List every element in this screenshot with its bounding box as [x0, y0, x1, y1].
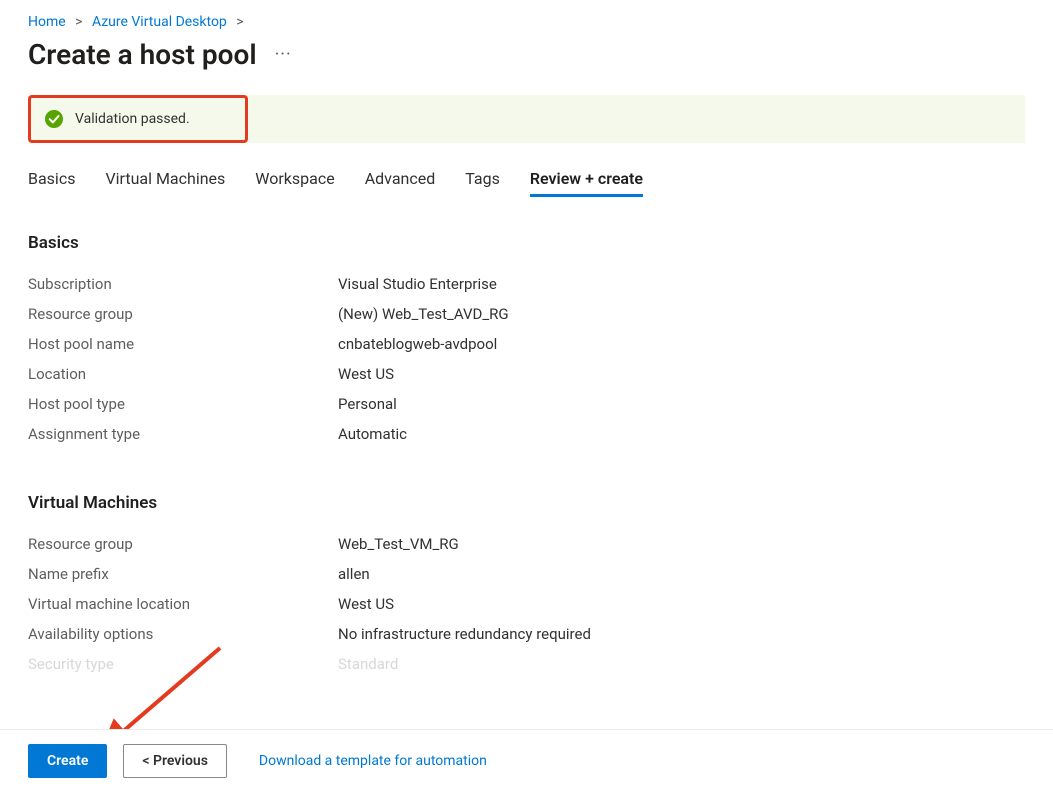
row-security-type: Security type Standard: [28, 649, 1025, 679]
section-heading-basics: Basics: [28, 233, 1025, 253]
row-name-prefix: Name prefix allen: [28, 559, 1025, 589]
breadcrumb-avd[interactable]: Azure Virtual Desktop: [92, 14, 227, 30]
label-location: Location: [28, 359, 338, 389]
value-vm-location: West US: [338, 589, 394, 619]
footer: Create < Previous Download a template fo…: [0, 729, 1053, 792]
label-vm-resource-group: Resource group: [28, 529, 338, 559]
label-vm-location: Virtual machine location: [28, 589, 338, 619]
value-security-type: Standard: [338, 649, 398, 679]
value-name-prefix: allen: [338, 559, 370, 589]
tab-review-create[interactable]: Review + create: [530, 169, 643, 197]
value-location: West US: [338, 359, 394, 389]
row-host-pool-name: Host pool name cnbateblogweb-avdpool: [28, 329, 1025, 359]
row-location: Location West US: [28, 359, 1025, 389]
page-title: Create a host pool: [28, 38, 257, 71]
row-subscription: Subscription Visual Studio Enterprise: [28, 269, 1025, 299]
row-vm-resource-group: Resource group Web_Test_VM_RG: [28, 529, 1025, 559]
tab-tags[interactable]: Tags: [465, 169, 500, 197]
row-host-pool-type: Host pool type Personal: [28, 389, 1025, 419]
value-resource-group: (New) Web_Test_AVD_RG: [338, 299, 509, 329]
more-actions-icon[interactable]: ···: [275, 44, 292, 65]
validation-highlight: Validation passed.: [28, 95, 248, 143]
section-virtual-machines: Virtual Machines Resource group Web_Test…: [28, 493, 1025, 679]
section-heading-vms: Virtual Machines: [28, 493, 1025, 513]
value-vm-resource-group: Web_Test_VM_RG: [338, 529, 459, 559]
value-host-pool-type: Personal: [338, 389, 397, 419]
previous-button[interactable]: < Previous: [123, 744, 227, 778]
label-host-pool-type: Host pool type: [28, 389, 338, 419]
row-resource-group: Resource group (New) Web_Test_AVD_RG: [28, 299, 1025, 329]
breadcrumb: Home > Azure Virtual Desktop >: [28, 14, 1025, 30]
tab-virtual-machines[interactable]: Virtual Machines: [105, 169, 225, 197]
chevron-right-icon: >: [236, 14, 243, 30]
check-circle-icon: [45, 110, 63, 128]
value-availability-options: No infrastructure redundancy required: [338, 619, 591, 649]
label-assignment-type: Assignment type: [28, 419, 338, 449]
label-subscription: Subscription: [28, 269, 338, 299]
value-subscription: Visual Studio Enterprise: [338, 269, 497, 299]
row-assignment-type: Assignment type Automatic: [28, 419, 1025, 449]
label-resource-group: Resource group: [28, 299, 338, 329]
label-availability-options: Availability options: [28, 619, 338, 649]
breadcrumb-home[interactable]: Home: [28, 14, 66, 30]
label-name-prefix: Name prefix: [28, 559, 338, 589]
validation-banner: Validation passed.: [28, 95, 1025, 143]
label-security-type: Security type: [28, 649, 338, 679]
tab-basics[interactable]: Basics: [28, 169, 75, 197]
value-assignment-type: Automatic: [338, 419, 407, 449]
download-template-link[interactable]: Download a template for automation: [259, 753, 487, 769]
label-host-pool-name: Host pool name: [28, 329, 338, 359]
validation-message: Validation passed.: [75, 111, 190, 127]
row-availability-options: Availability options No infrastructure r…: [28, 619, 1025, 649]
row-vm-location: Virtual machine location West US: [28, 589, 1025, 619]
chevron-right-icon: >: [75, 14, 82, 30]
value-host-pool-name: cnbateblogweb-avdpool: [338, 329, 497, 359]
tab-advanced[interactable]: Advanced: [365, 169, 436, 197]
tab-workspace[interactable]: Workspace: [255, 169, 334, 197]
section-basics: Basics Subscription Visual Studio Enterp…: [28, 233, 1025, 449]
create-button[interactable]: Create: [28, 744, 107, 778]
tabs: Basics Virtual Machines Workspace Advanc…: [28, 169, 1025, 197]
